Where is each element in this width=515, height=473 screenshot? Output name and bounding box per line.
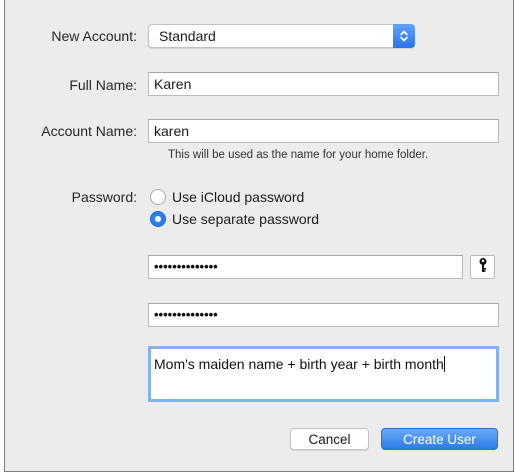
- radio-label: Use iCloud password: [172, 189, 305, 205]
- up-down-chevron-icon: [393, 24, 415, 48]
- full-name-label: Full Name:: [69, 77, 137, 93]
- text-caret: [443, 356, 445, 372]
- account-name-hint: This will be used as the name for your h…: [168, 149, 429, 161]
- radio-icloud-password[interactable]: Use iCloud password: [150, 187, 304, 207]
- full-name-field[interactable]: Karen: [148, 72, 499, 96]
- new-account-dialog: New Account: Standard Full Name: Karen A…: [4, 0, 514, 472]
- password-field[interactable]: ••••••••••••••: [148, 255, 463, 279]
- password-label: Password:: [71, 189, 137, 205]
- new-account-label: New Account:: [51, 28, 137, 44]
- password-hint-field[interactable]: Mom's maiden name + birth year + birth m…: [148, 346, 499, 402]
- password-assistant-button[interactable]: [470, 255, 495, 279]
- key-icon: [478, 257, 488, 278]
- create-user-button[interactable]: Create User: [381, 428, 498, 450]
- cancel-button[interactable]: Cancel: [290, 428, 369, 450]
- password-hint-text: Mom's maiden name + birth year + birth m…: [154, 356, 444, 372]
- radio-button-selected[interactable]: [150, 211, 166, 227]
- radio-button[interactable]: [150, 189, 166, 205]
- radio-label: Use separate password: [172, 211, 320, 227]
- account-name-label: Account Name:: [41, 123, 137, 139]
- account-type-value: Standard: [159, 28, 216, 44]
- account-type-popup[interactable]: Standard: [148, 24, 415, 48]
- account-name-field[interactable]: karen: [148, 119, 499, 143]
- radio-separate-password[interactable]: Use separate password: [150, 209, 319, 229]
- verify-password-field[interactable]: ••••••••••••••: [148, 303, 499, 327]
